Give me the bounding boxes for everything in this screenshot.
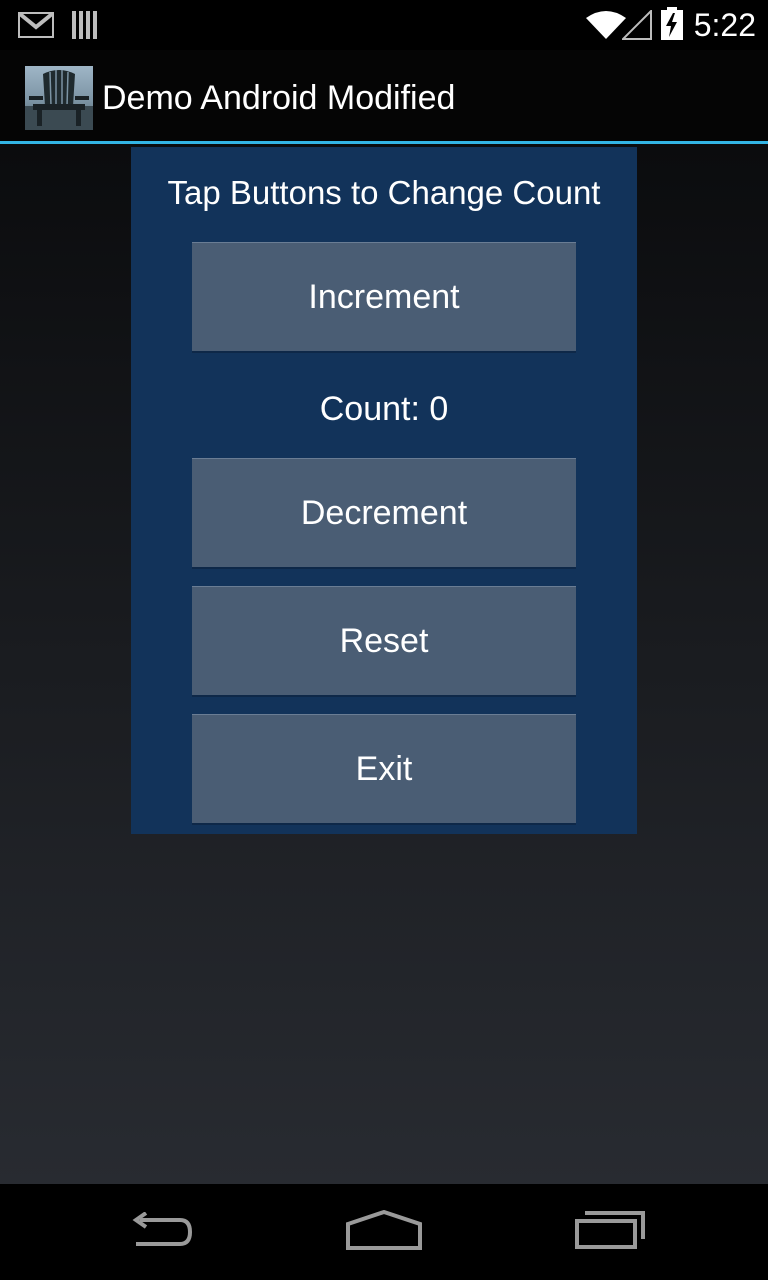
navigation-bar — [0, 1184, 768, 1280]
home-icon — [346, 1209, 422, 1255]
battery-charging-icon — [660, 7, 684, 46]
exit-button[interactable]: Exit — [192, 714, 576, 825]
reset-button[interactable]: Reset — [192, 586, 576, 697]
adirondack-chair-icon — [25, 66, 93, 130]
panel-title: Tap Buttons to Change Count — [167, 174, 601, 211]
signal-bars-icon — [72, 11, 98, 44]
home-button[interactable] — [336, 1204, 432, 1260]
back-icon — [126, 1210, 194, 1253]
content-area: Tap Buttons to Change Count Increment Co… — [0, 144, 768, 1184]
app-title: Demo Android Modified — [102, 79, 456, 117]
clock: 5:22 — [693, 7, 756, 43]
cell-signal-icon — [620, 8, 652, 45]
recent-apps-button[interactable] — [562, 1204, 658, 1260]
counter-panel: Tap Buttons to Change Count Increment Co… — [131, 147, 637, 834]
status-bar: 5:22 — [0, 0, 768, 50]
action-bar: Demo Android Modified — [0, 50, 768, 144]
gmail-icon — [18, 12, 54, 43]
back-button[interactable] — [112, 1204, 208, 1260]
decrement-button[interactable]: Decrement — [192, 458, 576, 569]
recent-apps-icon — [575, 1210, 645, 1254]
wifi-icon — [586, 10, 626, 45]
count-label: Count: 0 — [319, 390, 449, 428]
increment-button[interactable]: Increment — [192, 242, 576, 353]
